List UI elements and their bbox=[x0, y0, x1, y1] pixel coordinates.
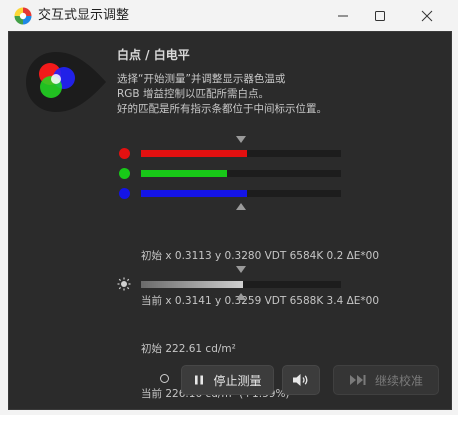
luminance-track bbox=[141, 281, 341, 288]
skip-forward-icon bbox=[349, 375, 366, 385]
close-icon bbox=[421, 10, 433, 21]
instructions: 选择“开始测量”并调整显示器色温或 RGB 增益控制以匹配所需白点。 好的匹配是… bbox=[117, 72, 437, 117]
blue-indicator-dot bbox=[119, 188, 130, 199]
app-window: 交互式显示调整 白点 / 白电平 选择“开始测量”并调整显示器色温或 RGB 增… bbox=[0, 0, 458, 415]
window-title: 交互式显示调整 bbox=[38, 8, 130, 23]
color-calibration-icon bbox=[14, 7, 32, 25]
instruction-line: 好的匹配是所有指示条都位于中间标示位置。 bbox=[117, 103, 327, 115]
red-gain-track bbox=[141, 150, 341, 157]
sound-toggle-button[interactable] bbox=[282, 365, 320, 395]
status-indicator-ring bbox=[160, 374, 169, 383]
brightness-icon bbox=[117, 277, 131, 291]
minimize-icon bbox=[338, 15, 348, 16]
target-marker-bottom bbox=[236, 203, 246, 210]
red-gain-fill bbox=[141, 150, 247, 157]
luminance-fill bbox=[141, 281, 243, 288]
stop-measurement-label: 停止测量 bbox=[213, 373, 262, 388]
speaker-icon bbox=[293, 374, 308, 386]
section-heading: 白点 / 白电平 bbox=[117, 48, 190, 62]
blue-gain-fill bbox=[141, 190, 247, 197]
luminance-target-marker-top bbox=[236, 266, 246, 273]
title-bar[interactable]: 交互式显示调整 bbox=[0, 0, 458, 31]
maximize-icon bbox=[375, 10, 385, 21]
continue-calibration-button[interactable]: 继续校准 bbox=[333, 365, 439, 395]
green-indicator-dot bbox=[119, 168, 130, 179]
target-marker-top bbox=[236, 136, 246, 143]
instruction-line: 选择“开始测量”并调整显示器色温或 bbox=[117, 73, 286, 85]
pause-icon bbox=[195, 375, 204, 385]
close-button[interactable] bbox=[404, 0, 450, 31]
luminance-initial: 初始 222.61 cd/m² bbox=[141, 343, 236, 355]
blue-gain-track bbox=[141, 190, 341, 197]
green-gain-track bbox=[141, 170, 341, 177]
stop-measurement-button[interactable]: 停止测量 bbox=[181, 365, 274, 395]
instruction-line: RGB 增益控制以匹配所需白点。 bbox=[117, 88, 269, 100]
calibration-panel: 白点 / 白电平 选择“开始测量”并调整显示器色温或 RGB 增益控制以匹配所需… bbox=[8, 31, 452, 410]
green-gain-fill bbox=[141, 170, 227, 177]
whitepoint-current: 当前 x 0.3141 y 0.3259 VDT 6588K 3.4 ΔE*00 bbox=[141, 295, 380, 307]
luminance-target-marker-bottom bbox=[236, 293, 246, 300]
whitepoint-initial: 初始 x 0.3113 y 0.3280 VDT 6584K 0.2 ΔE*00 bbox=[141, 250, 380, 262]
maximize-button[interactable] bbox=[357, 0, 403, 31]
rgb-circles-logo bbox=[26, 52, 106, 112]
red-indicator-dot bbox=[119, 148, 130, 159]
continue-calibration-label: 继续校准 bbox=[374, 373, 423, 388]
